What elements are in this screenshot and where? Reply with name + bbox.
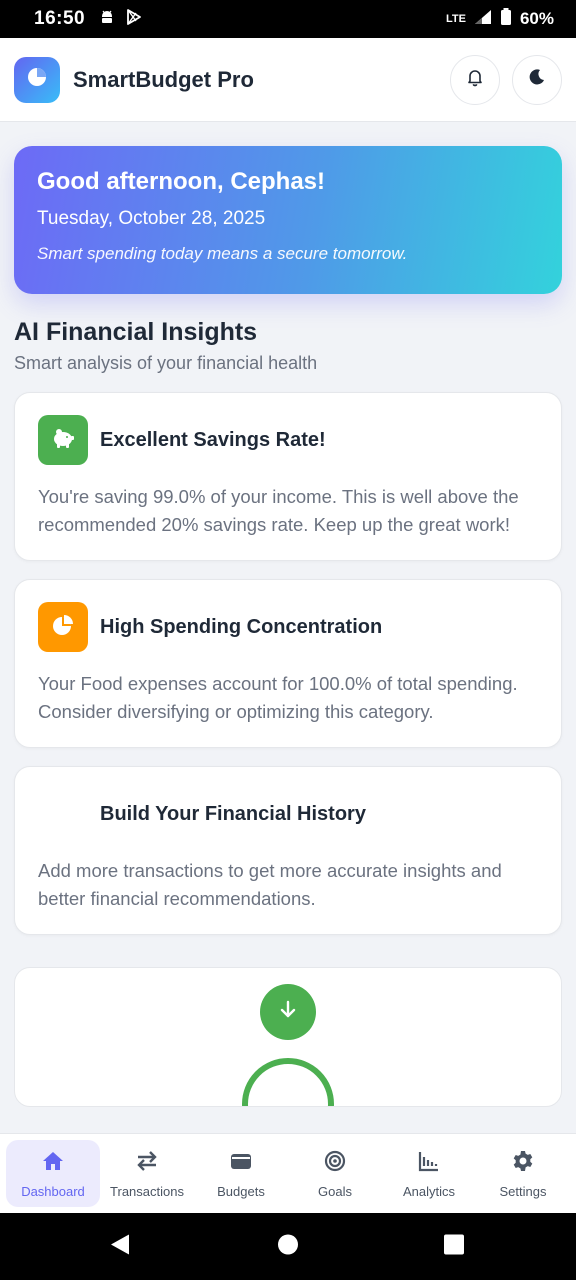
nav-goals[interactable]: Goals: [288, 1140, 382, 1207]
android-icon: [99, 9, 115, 30]
transfer-icon: [135, 1149, 159, 1178]
battery-icon: [500, 7, 512, 31]
nav-analytics[interactable]: Analytics: [382, 1140, 476, 1207]
insight-card-spending[interactable]: High Spending Concentration Your Food ex…: [14, 579, 562, 748]
nav-label: Settings: [499, 1183, 547, 1199]
theme-toggle-button[interactable]: [512, 54, 562, 105]
nav-transactions[interactable]: Transactions: [100, 1140, 194, 1207]
notifications-button[interactable]: [450, 54, 500, 105]
bell-icon: [465, 67, 485, 92]
nav-label: Transactions: [110, 1183, 184, 1199]
arrow-down-icon: [277, 999, 299, 1026]
income-badge: [260, 984, 316, 1040]
insight-card-body: Add more transactions to get more accura…: [38, 860, 502, 909]
target-icon: [323, 1149, 347, 1178]
app-logo: [14, 56, 60, 103]
motivational-quote: Smart spending today means a secure tomo…: [37, 244, 408, 263]
insight-card-body: Your Food expenses account for 100.0% of…: [38, 673, 518, 722]
moon-icon: [527, 67, 547, 92]
savings-icon-badge: [38, 415, 88, 465]
nav-label: Analytics: [402, 1183, 456, 1199]
dashboard-content[interactable]: Good afternoon, Cephas! Tuesday, October…: [0, 122, 576, 1133]
insight-card-title: Excellent Savings Rate!: [100, 428, 326, 451]
gear-icon: [511, 1149, 535, 1178]
insight-card-savings[interactable]: Excellent Savings Rate! You're saving 99…: [14, 392, 562, 561]
nav-settings[interactable]: Settings: [476, 1140, 570, 1207]
home-icon: [41, 1149, 65, 1178]
pie-chart-icon: [51, 613, 75, 642]
wallet-icon: [229, 1149, 253, 1178]
progress-ring: [242, 1058, 334, 1106]
back-icon[interactable]: [109, 1232, 131, 1261]
insights-subtitle: Smart analysis of your financial health: [14, 353, 318, 373]
insight-card-title: High Spending Concentration: [100, 615, 383, 638]
nav-label: Budgets: [217, 1183, 265, 1199]
spending-icon-badge: [38, 602, 88, 652]
insight-card-body: You're saving 99.0% of your income. This…: [38, 486, 519, 535]
insight-card-history[interactable]: Build Your Financial History Add more tr…: [14, 766, 562, 935]
nav-label: Goals: [318, 1183, 352, 1199]
play-store-icon: [125, 8, 143, 31]
income-summary-card[interactable]: [14, 967, 562, 1107]
app-header: SmartBudget Pro: [0, 38, 576, 122]
greeting-banner: Good afternoon, Cephas! Tuesday, October…: [14, 146, 562, 294]
chart-icon: [417, 1149, 441, 1178]
piggy-bank-icon: [50, 426, 76, 455]
nav-label: Dashboard: [21, 1183, 85, 1199]
signal-icon: [474, 9, 492, 30]
network-type: LTE: [446, 13, 466, 25]
insights-title: AI Financial Insights: [14, 318, 258, 346]
bottom-navigation: Dashboard Transactions Budgets Goals Ana…: [0, 1133, 576, 1213]
system-navigation-bar: [0, 1213, 576, 1280]
nav-budgets[interactable]: Budgets: [194, 1140, 288, 1207]
history-icon-badge: [38, 789, 88, 839]
nav-dashboard[interactable]: Dashboard: [6, 1140, 100, 1207]
app-title: SmartBudget Pro: [73, 66, 254, 92]
pie-chart-icon: [25, 65, 49, 94]
battery-level: 60%: [519, 9, 554, 28]
home-circle-icon[interactable]: [278, 1234, 298, 1259]
recents-icon[interactable]: [444, 1234, 464, 1259]
status-time: 16:50: [34, 8, 86, 29]
insight-card-title: Build Your Financial History: [100, 802, 366, 825]
current-date: Tuesday, October 28, 2025: [37, 208, 266, 229]
greeting-text: Good afternoon, Cephas!: [37, 168, 325, 195]
status-bar: 16:50 LTE 60%: [0, 0, 576, 38]
